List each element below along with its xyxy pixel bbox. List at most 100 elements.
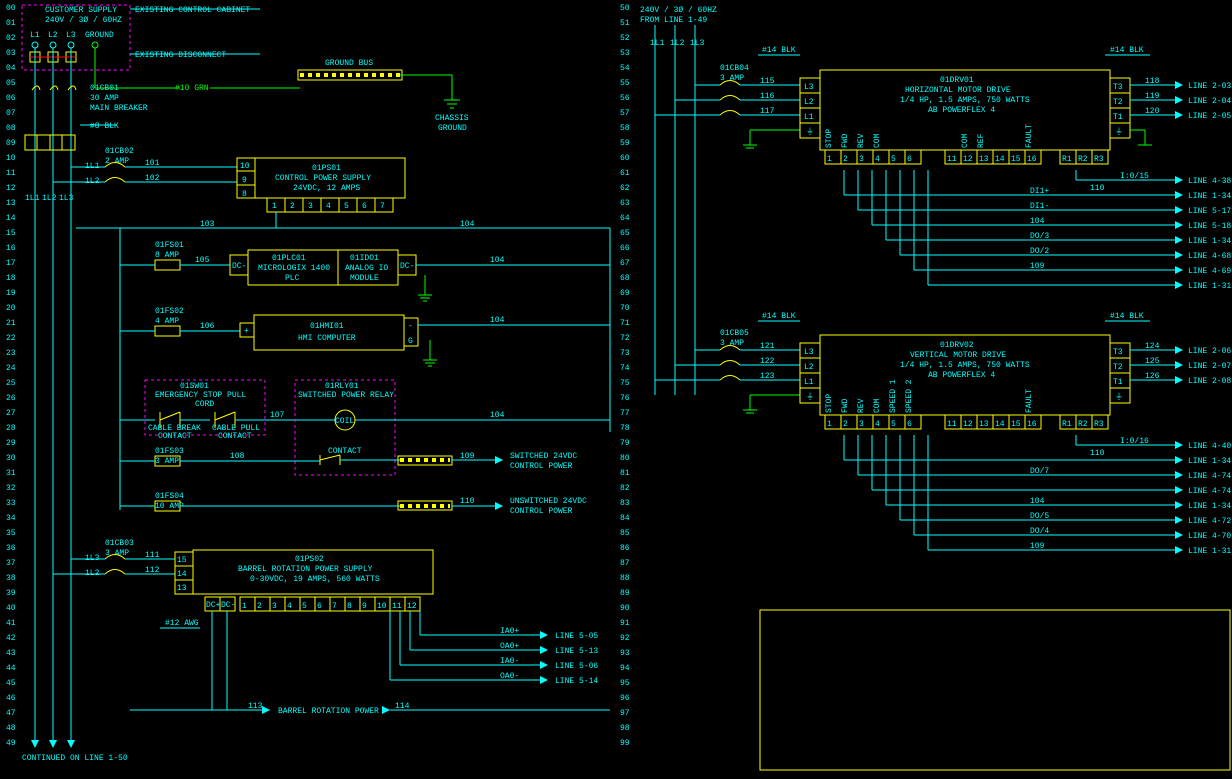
- svg-text:R1: R1: [1062, 420, 1072, 429]
- svg-text:5: 5: [891, 155, 896, 164]
- svg-text:9: 9: [362, 602, 367, 611]
- svg-text:61: 61: [620, 169, 630, 178]
- svg-text:73: 73: [620, 349, 630, 358]
- svg-text:COM: COM: [873, 398, 882, 413]
- svg-text:1: 1: [827, 155, 832, 164]
- svg-text:00: 00: [6, 4, 16, 13]
- svg-text:⏚: ⏚: [806, 392, 814, 402]
- svg-text:104: 104: [1030, 497, 1045, 506]
- svg-text:2: 2: [843, 155, 848, 164]
- svg-text:REV: REV: [857, 398, 866, 413]
- svg-text:L1: L1: [804, 113, 814, 122]
- fs02-hmi-block: 01FS02 4 AMP 106 + 01HMI01 HMI COMPUTER …: [120, 307, 610, 366]
- svg-text:117: 117: [760, 107, 775, 116]
- svg-text:105: 105: [195, 256, 210, 265]
- svg-text:01CB04: 01CB04: [720, 64, 749, 73]
- svg-text:18: 18: [6, 274, 16, 283]
- svg-text:109: 109: [1030, 262, 1045, 271]
- svg-text:30: 30: [6, 454, 16, 463]
- svg-text:ANALOG IO: ANALOG IO: [345, 264, 388, 273]
- svg-text:83: 83: [620, 499, 630, 508]
- svg-text:5: 5: [302, 602, 307, 611]
- svg-text:L2: L2: [48, 31, 58, 40]
- svg-text:23: 23: [6, 349, 16, 358]
- svg-text:3 AMP: 3 AMP: [720, 74, 744, 83]
- svg-text:1: 1: [827, 420, 832, 429]
- svg-text:14: 14: [177, 570, 187, 579]
- svg-text:12: 12: [407, 602, 417, 611]
- svg-text:12: 12: [6, 184, 16, 193]
- svg-text:63: 63: [620, 199, 630, 208]
- svg-text:01RLY01: 01RLY01: [325, 382, 359, 391]
- svg-text:1L3: 1L3: [59, 194, 74, 203]
- cb02-block: 01CB02 2 AMP 1L1 1L2 101 102: [53, 147, 237, 186]
- svg-text:50: 50: [620, 4, 630, 13]
- svg-text:45: 45: [6, 679, 16, 688]
- svg-text:BARREL ROTATION POWER: BARREL ROTATION POWER: [278, 707, 379, 716]
- svg-text:DI1+: DI1+: [1030, 187, 1049, 196]
- svg-text:01CB03: 01CB03: [105, 539, 134, 548]
- svg-text:3 AMP: 3 AMP: [155, 457, 179, 466]
- svg-text:52: 52: [620, 34, 630, 43]
- svg-text:LINE 4-69: LINE 4-69: [1188, 267, 1231, 276]
- svg-text:101: 101: [145, 159, 160, 168]
- svg-text:01DRV02: 01DRV02: [940, 341, 974, 350]
- svg-text:BARREL ROTATION POWER SUPPLY: BARREL ROTATION POWER SUPPLY: [238, 565, 373, 574]
- svg-text:11: 11: [392, 602, 402, 611]
- svg-text:44: 44: [6, 664, 16, 673]
- svg-text:104: 104: [490, 256, 505, 265]
- svg-text:DC-: DC-: [232, 262, 246, 271]
- svg-text:55: 55: [620, 79, 630, 88]
- svg-text:85: 85: [620, 529, 630, 538]
- svg-text:6: 6: [907, 420, 912, 429]
- svg-text:69: 69: [620, 289, 630, 298]
- svg-text:⏚: ⏚: [1115, 127, 1123, 137]
- svg-text:76: 76: [620, 394, 630, 403]
- svg-text:27: 27: [6, 409, 16, 418]
- svg-text:31: 31: [6, 469, 16, 478]
- svg-text:G: G: [408, 337, 413, 346]
- svg-text:LINE 2-04: LINE 2-04: [1188, 97, 1231, 106]
- svg-text:17: 17: [6, 259, 16, 268]
- svg-text:T2: T2: [1113, 363, 1123, 372]
- svg-text:LINE 2-08: LINE 2-08: [1188, 377, 1231, 386]
- svg-text:12: 12: [963, 155, 973, 164]
- svg-text:2: 2: [843, 420, 848, 429]
- svg-text:4: 4: [875, 155, 880, 164]
- svg-text:97: 97: [620, 709, 630, 718]
- svg-text:R1: R1: [1062, 155, 1072, 164]
- svg-text:16: 16: [1027, 155, 1037, 164]
- svg-text:11: 11: [947, 420, 957, 429]
- svg-text:REV: REV: [857, 133, 866, 148]
- svg-text:01HMI01: 01HMI01: [310, 322, 344, 331]
- svg-text:EXISTING DISCONNECT: EXISTING DISCONNECT: [135, 51, 226, 60]
- svg-text:99: 99: [620, 739, 630, 748]
- svg-text:LINE 2-07: LINE 2-07: [1188, 362, 1231, 371]
- svg-text:DO/5: DO/5: [1030, 512, 1049, 521]
- svg-text:240V / 3Ø / 60HZ: 240V / 3Ø / 60HZ: [640, 6, 717, 15]
- svg-text:LINE 2-06: LINE 2-06: [1188, 347, 1231, 356]
- svg-text:DO/2: DO/2: [1030, 247, 1049, 256]
- svg-text:06: 06: [6, 94, 16, 103]
- svg-text:19: 19: [6, 289, 16, 298]
- svg-text:COIL: COIL: [335, 417, 354, 426]
- svg-text:10: 10: [240, 162, 250, 171]
- svg-text:7: 7: [332, 602, 337, 611]
- row-numbers-left: 00 01 02 03 04 05 06 07 08 09 10 11 12 1…: [6, 4, 16, 748]
- svg-text:118: 118: [1145, 77, 1160, 86]
- svg-text:20: 20: [6, 304, 16, 313]
- svg-text:107: 107: [270, 411, 285, 420]
- svg-text:CONTACT: CONTACT: [218, 432, 252, 441]
- supply-label: CUSTOMER SUPPLY: [45, 6, 117, 15]
- svg-text:96: 96: [620, 694, 630, 703]
- svg-text:78: 78: [620, 424, 630, 433]
- svg-text:DC-: DC-: [221, 601, 235, 610]
- svg-text:79: 79: [620, 439, 630, 448]
- svg-text:LINE 5-14: LINE 5-14: [555, 677, 598, 686]
- plc-block: DC- 01PLC01 MICROLOGIX 1400 PLC 01IDO1 A…: [230, 250, 610, 301]
- svg-text:70: 70: [620, 304, 630, 313]
- svg-text:IA0+: IA0+: [500, 627, 519, 636]
- svg-text:104: 104: [460, 220, 475, 229]
- svg-text:SPEED 1: SPEED 1: [889, 379, 898, 413]
- svg-text:25: 25: [6, 379, 16, 388]
